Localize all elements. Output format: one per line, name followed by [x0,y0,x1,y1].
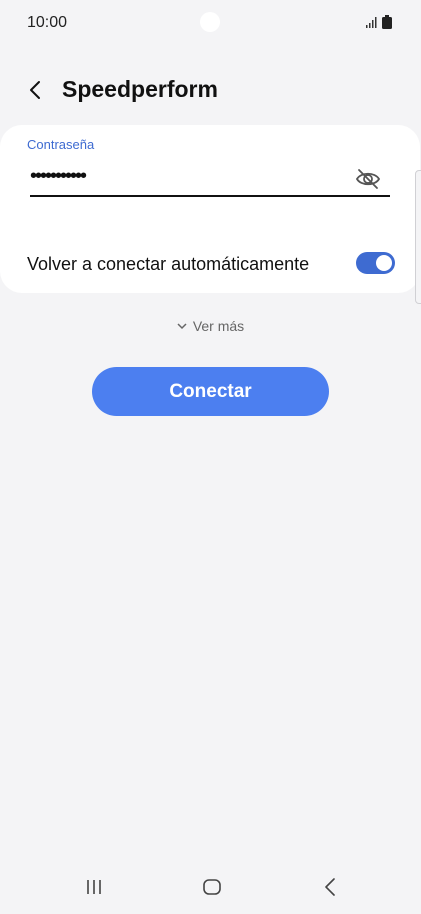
password-field[interactable]: ••••••••••• [30,165,87,188]
password-underline [30,195,390,197]
camera-cutout [200,12,220,32]
toggle-password-visibility-button[interactable] [355,167,381,191]
recent-apps-icon [87,880,101,894]
battery-icon [382,15,392,29]
auto-reconnect-toggle[interactable] [356,252,395,274]
chevron-left-icon [30,81,40,99]
password-label: Contraseña [27,137,95,152]
connect-button[interactable]: Conectar [92,367,329,416]
home-button[interactable] [202,878,222,896]
status-time: 10:00 [27,14,68,31]
settings-card: Contraseña ••••••••••• Volver a conectar… [0,125,420,293]
eye-off-icon [355,169,381,189]
navigation-bar [0,870,421,906]
header: Speedperform [0,64,421,114]
nav-back-button[interactable] [322,877,338,897]
recent-apps-button[interactable] [84,878,104,896]
page-title: Speedperform [62,76,218,102]
home-icon [203,879,221,895]
see-more-label: Ver más [192,318,245,334]
see-more-link[interactable]: Ver más [0,318,421,334]
chevron-down-icon [177,321,187,333]
back-icon [325,878,335,896]
status-bar: 10:00 [0,0,421,46]
auto-reconnect-label: Volver a conectar automáticamente [27,254,310,274]
status-icons [364,14,394,30]
scroll-indicator[interactable] [415,170,421,304]
back-button[interactable] [20,74,52,106]
toggle-knob [376,255,392,271]
